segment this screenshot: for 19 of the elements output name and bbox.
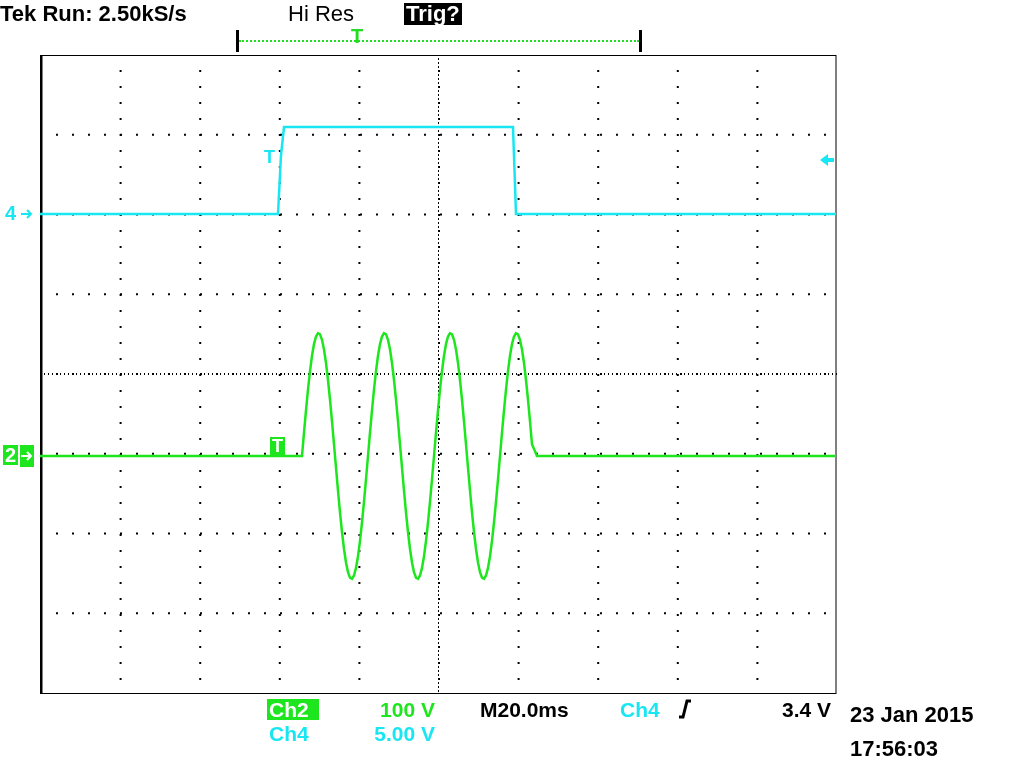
channel-marker: 2 xyxy=(3,445,19,465)
trigger-level-icon xyxy=(820,154,834,166)
acquisition-status: Tek Run: 2.50kS/s xyxy=(0,2,188,25)
trigger-marker: T xyxy=(262,148,277,166)
channel-label: Ch4 xyxy=(268,722,310,744)
channel-marker: 4 xyxy=(4,203,18,223)
trigger-threshold: 3.4 V xyxy=(781,698,831,720)
trigger-marker: T xyxy=(270,437,285,455)
acquisition-mode: Hi Res xyxy=(288,2,355,25)
channel-scale: 100 V xyxy=(379,698,435,720)
date-readout: 23 Jan 2015 xyxy=(850,704,974,729)
trigger-source: Ch4 xyxy=(620,698,661,720)
channel-label: Ch2 xyxy=(267,698,319,720)
rising-edge-icon xyxy=(678,699,692,719)
channel-scale: 5.00 V xyxy=(373,722,435,744)
trigger-status: Trig? xyxy=(404,2,462,25)
time-readout: 17:56:03 xyxy=(850,738,940,760)
trigger-position-marker: T xyxy=(351,26,364,46)
timebase-readout: M20.0ms xyxy=(480,698,570,720)
